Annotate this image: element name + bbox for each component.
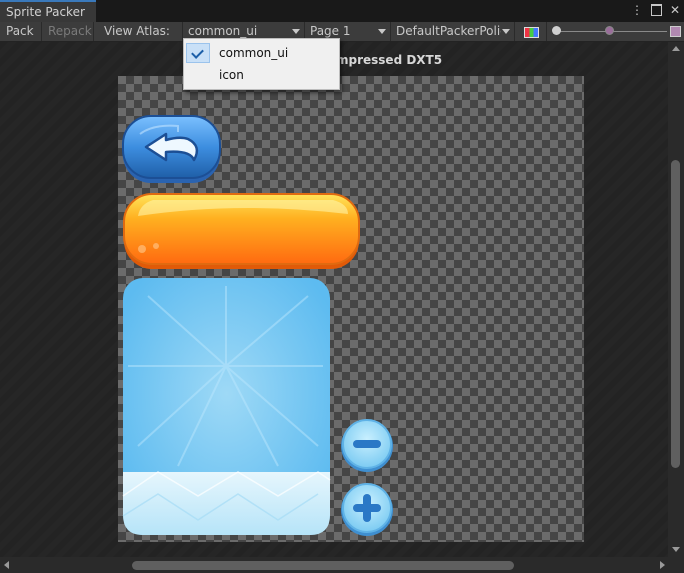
chevron-down-icon <box>502 29 510 34</box>
repack-button[interactable]: Repack <box>42 22 94 41</box>
chevron-down-icon <box>292 29 300 34</box>
scroll-up-arrow-icon[interactable] <box>672 46 680 51</box>
minus-icon <box>353 440 381 448</box>
atlas-sprites <box>122 115 393 536</box>
packer-policy-select[interactable]: DefaultPackerPolicy <box>390 22 514 41</box>
atlas-texture-canvas[interactable] <box>118 76 584 542</box>
atlas-option-common-ui[interactable]: common_ui <box>184 42 339 64</box>
packer-policy-value: DefaultPackerPolicy <box>396 24 501 38</box>
zoom-slider-handle-secondary[interactable] <box>605 26 614 35</box>
tab-sprite-packer[interactable]: Sprite Packer <box>0 0 96 22</box>
maximize-icon[interactable] <box>650 4 662 16</box>
rgb-channels-icon <box>524 27 539 38</box>
kebab-menu-icon[interactable]: ⋮ <box>631 3 643 17</box>
close-icon[interactable]: ✕ <box>670 3 680 17</box>
scroll-right-arrow-icon[interactable] <box>660 561 665 569</box>
back-button-sprite <box>122 115 221 183</box>
plus-button-sprite <box>341 483 393 536</box>
orange-bar-sprite <box>123 193 360 269</box>
zoom-slider-handle[interactable] <box>552 26 561 35</box>
color-channel-toggle[interactable] <box>514 22 546 41</box>
panel-sprite <box>122 278 331 535</box>
toolbar: Pack Repack View Atlas: common_ui Page 1… <box>0 22 684 42</box>
view-atlas-label: View Atlas: <box>104 24 170 38</box>
zoom-slider[interactable] <box>546 22 668 41</box>
horizontal-scroll-thumb[interactable] <box>132 561 514 570</box>
chevron-down-icon <box>378 29 386 34</box>
page-select-value: Page 1 <box>310 24 351 38</box>
atlas-select-value: common_ui <box>188 24 258 38</box>
atlas-option-label: common_ui <box>219 46 289 60</box>
atlas-option-label: icon <box>219 68 244 82</box>
minus-button-sprite <box>341 419 393 472</box>
atlas-option-icon[interactable]: icon <box>184 64 339 86</box>
alpha-channel-icon[interactable] <box>670 26 681 37</box>
atlas-dropdown-menu: common_ui icon <box>183 38 340 90</box>
texture-format-label: mpressed DXT5 <box>336 53 443 67</box>
pack-button[interactable]: Pack <box>0 22 42 41</box>
window-tab-bar: Sprite Packer ⋮ ✕ <box>0 0 684 22</box>
scroll-down-arrow-icon[interactable] <box>672 547 680 552</box>
scroll-left-arrow-icon[interactable] <box>4 561 9 569</box>
vertical-scroll-thumb[interactable] <box>671 160 680 468</box>
vertical-scrollbar[interactable] <box>668 42 684 558</box>
horizontal-scrollbar[interactable] <box>0 557 684 573</box>
